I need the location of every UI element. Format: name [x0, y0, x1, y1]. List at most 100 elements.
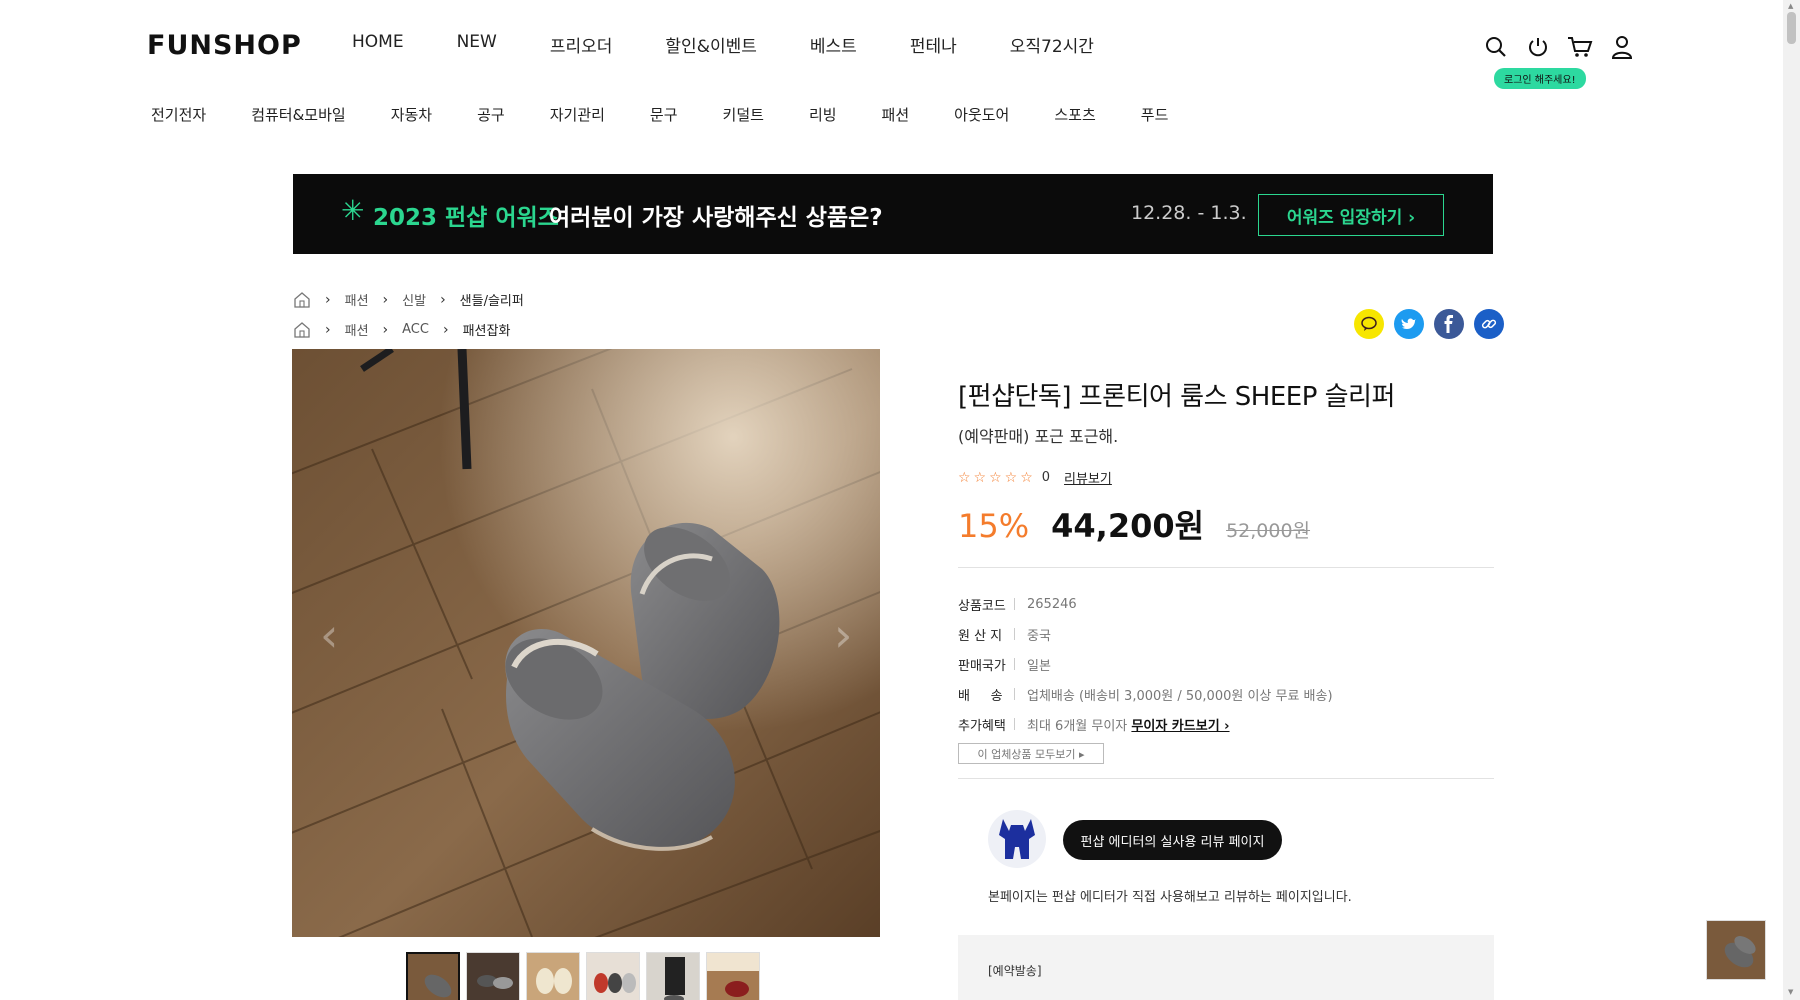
category-item[interactable]: 키덜트: [723, 104, 764, 125]
sparkle-icon: ✳: [341, 194, 365, 227]
info-row: 원 산 지 중국: [958, 619, 1333, 649]
category-item[interactable]: 문구: [650, 104, 678, 125]
category-item[interactable]: 공구: [477, 104, 505, 125]
breadcrumb-item[interactable]: 패션: [345, 320, 369, 339]
breadcrumb-item[interactable]: 샌들/슬리퍼: [460, 290, 524, 309]
notice-title: [예약발송]: [988, 964, 1042, 978]
breadcrumb-item[interactable]: 패션: [345, 290, 369, 309]
review-link[interactable]: 리뷰보기: [1064, 468, 1112, 487]
breadcrumb-item[interactable]: ACC: [402, 322, 429, 337]
review-count: 0: [1041, 470, 1051, 485]
thumbnail[interactable]: [406, 952, 460, 1000]
thumbnail[interactable]: [706, 952, 760, 1000]
chevron-right-icon: ›: [325, 321, 331, 338]
home-icon[interactable]: [293, 291, 311, 308]
category-item[interactable]: 푸드: [1141, 104, 1169, 125]
category-item[interactable]: 리빙: [809, 104, 837, 125]
chevron-right-icon: ›: [325, 291, 331, 308]
editor-review-button[interactable]: 펀샵 에디터의 실사용 리뷰 페이지: [1063, 820, 1282, 860]
seller-products-button[interactable]: 이 업체상품 모두보기 ▸: [958, 743, 1104, 764]
notice-box: [예약발송]: [958, 935, 1494, 1000]
category-item[interactable]: 자기관리: [550, 104, 605, 125]
next-arrow-icon[interactable]: ›: [834, 608, 852, 662]
divider: [1014, 718, 1015, 730]
category-item[interactable]: 아웃도어: [954, 104, 1009, 125]
user-icon[interactable]: [1608, 33, 1636, 61]
breadcrumb-item[interactable]: 패션잡화: [463, 320, 511, 339]
banner-date: 12.28. - 1.3.: [1131, 202, 1247, 224]
breadcrumb: › 패션 › 신발 › 샌들/슬리퍼: [293, 290, 524, 309]
home-icon[interactable]: [293, 321, 311, 338]
info-key: 배 송: [958, 688, 1003, 704]
search-icon[interactable]: [1482, 33, 1510, 61]
divider: [1014, 628, 1015, 640]
product-main-image[interactable]: ‹ ›: [292, 349, 880, 937]
scrollbar-thumb[interactable]: [1787, 12, 1796, 44]
main-nav: HOME NEW 프리오더 할인&이벤트 베스트 펀테나 오직72시간: [352, 32, 1094, 57]
product-title: [펀샵단독] 프론티어 룸스 SHEEP 슬리퍼: [958, 382, 1395, 412]
info-row: 판매국가 일본: [958, 649, 1333, 679]
scroll-down-icon[interactable]: ▼: [1788, 988, 1793, 996]
prev-arrow-icon[interactable]: ‹: [320, 608, 338, 662]
category-item[interactable]: 패션: [882, 104, 910, 125]
info-key: 판매국가: [958, 658, 1006, 674]
chevron-right-icon: ›: [382, 321, 389, 338]
share-buttons: [1344, 309, 1504, 339]
info-row: 추가혜택 최대 6개월 무이자 무이자 카드보기 ›: [958, 709, 1333, 739]
twitter-icon[interactable]: [1394, 309, 1424, 339]
star-rating-icon: ☆☆☆☆☆: [958, 469, 1036, 486]
thumbnail[interactable]: [526, 952, 580, 1000]
chevron-right-icon: ›: [442, 321, 449, 338]
nav-preorder[interactable]: 프리오더: [550, 32, 613, 57]
original-price: 52,000원: [1226, 520, 1311, 542]
category-item[interactable]: 자동차: [391, 104, 432, 125]
chevron-right-icon: ›: [440, 291, 446, 308]
thumbnail[interactable]: [466, 952, 520, 1000]
divider: [1014, 658, 1015, 670]
header-utilities: [1482, 33, 1650, 61]
price-row: 15% 44,200원 52,000원: [958, 501, 1310, 547]
recent-item-thumbnail[interactable]: [1706, 920, 1766, 980]
benefit-text: 최대 6개월 무이자: [1027, 718, 1128, 734]
nav-home[interactable]: HOME: [352, 32, 404, 57]
awards-enter-button[interactable]: 어워즈 입장하기 ›: [1258, 194, 1444, 236]
divider: [1014, 598, 1015, 610]
category-item[interactable]: 스포츠: [1054, 104, 1095, 125]
scroll-up-icon[interactable]: ▲: [1788, 2, 1793, 10]
info-value: 업체배송 (배송비 3,000원 / 50,000원 이상 무료 배송): [1027, 688, 1333, 704]
logo[interactable]: FUNSHOP: [147, 30, 302, 61]
category-item[interactable]: 전기전자: [151, 104, 206, 125]
facebook-icon[interactable]: [1434, 309, 1464, 339]
nav-funtenna[interactable]: 펀테나: [910, 32, 957, 57]
editor-mascot-icon: [988, 810, 1046, 868]
awards-banner[interactable]: ✳ 2023 펀샵 어워즈 여러분이 가장 사랑해주신 상품은? 12.28. …: [293, 174, 1493, 254]
info-value: 최대 6개월 무이자 무이자 카드보기 ›: [1027, 715, 1230, 734]
nav-72hours[interactable]: 오직72시간: [1010, 32, 1094, 57]
page-scrollbar[interactable]: ▲ ▼: [1783, 0, 1800, 1000]
breadcrumb-item[interactable]: 신발: [402, 290, 426, 309]
card-benefit-link[interactable]: 무이자 카드보기 ›: [1131, 719, 1229, 734]
info-value: 265246: [1027, 596, 1077, 612]
cart-icon[interactable]: [1566, 33, 1594, 61]
rating-row: ☆☆☆☆☆ 0 리뷰보기: [958, 468, 1112, 488]
power-icon[interactable]: [1524, 33, 1552, 61]
chevron-right-icon: ›: [382, 291, 389, 308]
category-nav: 전기전자 컴퓨터&모바일 자동차 공구 자기관리 문구 키덜트 리빙 패션 아웃…: [151, 104, 1213, 125]
thumbnail[interactable]: [646, 952, 700, 1000]
info-key: 상품코드: [958, 598, 1006, 614]
banner-title: 2023 펀샵 어워즈: [373, 205, 559, 231]
banner-text: 여러분이 가장 사랑해주신 상품은?: [549, 205, 883, 231]
sale-price: 44,200원: [1051, 507, 1205, 545]
category-item[interactable]: 컴퓨터&모바일: [251, 104, 346, 125]
kakao-icon[interactable]: [1354, 309, 1384, 339]
divider: [958, 567, 1494, 568]
nav-new[interactable]: NEW: [457, 32, 497, 57]
nav-sale-event[interactable]: 할인&이벤트: [665, 32, 756, 57]
nav-best[interactable]: 베스트: [810, 32, 857, 57]
editor-description: 본페이지는 펀샵 에디터가 직접 사용해보고 리뷰하는 페이지입니다.: [988, 890, 1352, 905]
product-info-table: 상품코드 265246 원 산 지 중국 판매국가 일본 배 송 업체배송 (배…: [958, 589, 1333, 739]
login-tooltip: 로그인 해주세요!: [1494, 68, 1586, 89]
info-value: 중국: [1027, 628, 1051, 644]
thumbnail[interactable]: [586, 952, 640, 1000]
link-icon[interactable]: [1474, 309, 1504, 339]
